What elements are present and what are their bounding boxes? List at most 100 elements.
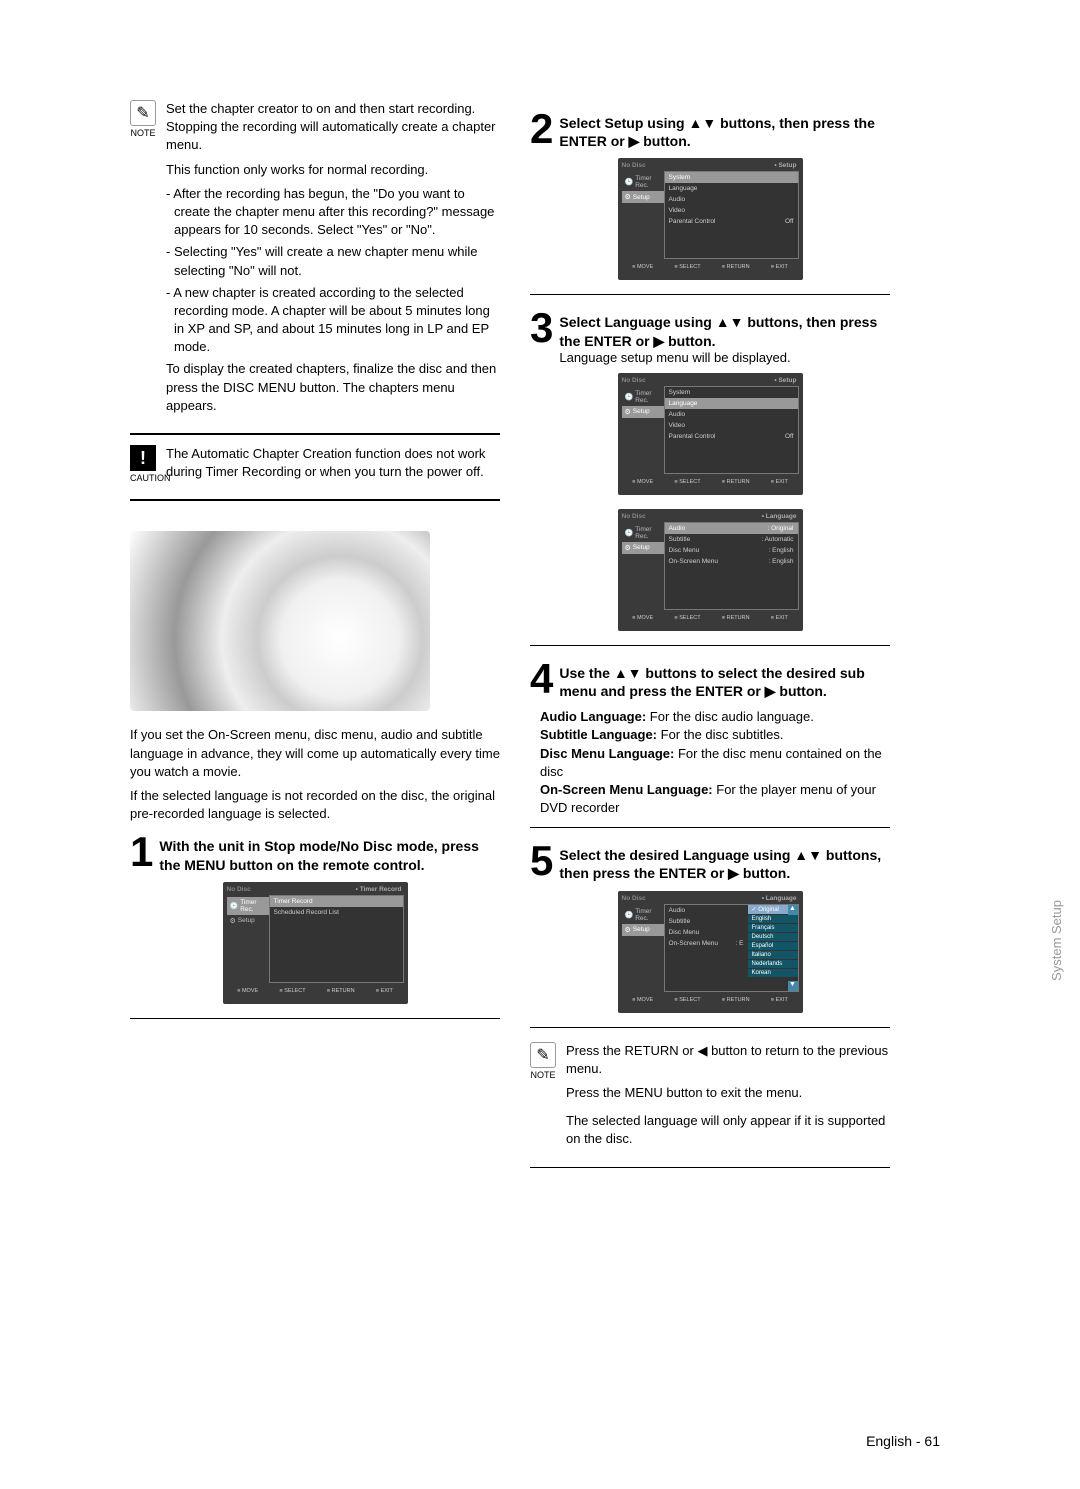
osd-title: No Disc [622,162,799,169]
step-1-text: With the unit in Stop mode/No Disc mode,… [159,833,500,873]
osd-foot-exit: EXIT [771,997,788,1003]
osd-row: Audio: Original [665,523,798,534]
note2-line2: Press the MENU button to exit the menu. [566,1084,890,1102]
scroll-down-arrow: ▼ [788,981,798,991]
step-number: 4 [530,660,553,698]
subitem-subtitle: Subtitle Language: For the disc subtitle… [540,726,890,744]
osd-foot-exit: EXIT [771,264,788,270]
osd-breadcrumb: Language [762,513,797,520]
osd-side-timer: 🕒Timer Rec. [622,388,664,406]
step-number: 2 [530,110,553,148]
osd-breadcrumb: Setup [774,377,796,384]
osd-foot-select: SELECT [279,988,305,994]
osd-foot-move: MOVE [237,988,258,994]
osd-row: Timer Record [270,896,403,907]
section-intro-2: If the selected language is not recorded… [130,787,500,823]
step-5-text: Select the desired Language using ▲▼ but… [559,842,890,882]
osd-foot-move: MOVE [632,997,653,1003]
note-icon: ✎ [130,100,156,126]
osd-breadcrumb: Setup [774,162,796,169]
osd-row: System [665,387,798,398]
osd-row: Scheduled Record List [270,907,403,918]
osd-foot-return: RETURN [722,997,750,1003]
osd-row: System [665,172,798,183]
note2-line3: The selected language will only appear i… [566,1112,890,1148]
divider [530,294,890,295]
step-number: 3 [530,309,553,347]
divider [530,827,890,828]
osd-side-timer: 🕒Timer Rec. [622,524,664,542]
note-line1: This function only works for normal reco… [166,161,500,179]
osd-title: No Disc [622,377,799,384]
step-3-text: Select Language using ▲▼ buttons, then p… [559,309,890,349]
osd-side-setup: ⚙Setup [622,924,664,936]
note-bullet: - A new chapter is created according to … [166,284,500,357]
osd-row: Language [665,398,798,409]
step-3: 3 Select Language using ▲▼ buttons, then… [530,309,890,364]
osd-screen-timer: No Disc Timer Record 🕒Timer Rec. ⚙Setup … [223,882,408,1004]
step-2: 2 Select Setup using ▲▼ buttons, then pr… [530,110,890,150]
osd-side-setup: ⚙Setup [622,542,664,554]
note-icon: ✎ [530,1042,556,1068]
lang-option: Español [748,942,798,951]
lang-option: Deutsch [748,933,798,942]
osd-side-setup: ⚙Setup [622,406,664,418]
osd-side-timer: 🕒Timer Rec. [622,173,664,191]
osd-side-setup: ⚙Setup [227,915,269,927]
osd-breadcrumb: Timer Record [356,886,402,893]
osd-row: Subtitle: Automatic [665,534,798,545]
lang-option: Français [748,924,798,933]
note-tail: To display the created chapters, finaliz… [166,360,500,415]
subitem-audio: Audio Language: For the disc audio langu… [540,708,890,726]
osd-foot-select: SELECT [674,479,700,485]
step-number: 5 [530,842,553,880]
lang-option: Korean [748,969,798,978]
note-intro: Set the chapter creator to on and then s… [166,100,500,155]
lang-option: Italiano [748,951,798,960]
osd-row: Audio [665,194,798,205]
page-number: English - 61 [866,1433,940,1449]
osd-foot-return: RETURN [722,615,750,621]
divider [130,433,500,435]
osd-row: Disc Menu: English [665,545,798,556]
lang-option: Nederlands [748,960,798,969]
caution-icon: ! [130,445,156,471]
osd-row: On-Screen Menu: English [665,556,798,567]
step-5: 5 Select the desired Language using ▲▼ b… [530,842,890,882]
note-label: NOTE [530,1070,556,1080]
osd-foot-return: RETURN [722,264,750,270]
subitem-osm: On-Screen Menu Language: For the player … [540,781,890,817]
osd-row: Subtitle [665,916,748,927]
note-bullet: - Selecting "Yes" will create a new chap… [166,243,500,279]
osd-row: Disc Menu [665,927,748,938]
osd-screen-setup-lang: No Disc Setup 🕒Timer Rec. ⚙Setup System … [618,373,803,495]
osd-row: On-Screen Menu: E [665,938,748,949]
divider [130,499,500,501]
osd-foot-exit: EXIT [771,615,788,621]
osd-foot-exit: EXIT [771,479,788,485]
osd-row: Video [665,420,798,431]
osd-foot-move: MOVE [632,264,653,270]
osd-breadcrumb: Language [762,895,797,902]
osd-foot-move: MOVE [632,479,653,485]
divider [130,1018,500,1019]
osd-foot-move: MOVE [632,615,653,621]
step-2-text: Select Setup using ▲▼ buttons, then pres… [559,110,890,150]
step-4-text: Use the ▲▼ buttons to select the desired… [559,660,890,700]
osd-row: Audio [665,905,748,916]
caution-label: CAUTION [130,473,156,483]
osd-row: Audio [665,409,798,420]
osd-row: Language [665,183,798,194]
step-4: 4 Use the ▲▼ buttons to select the desir… [530,660,890,700]
osd-screen-language: No Disc Language 🕒Timer Rec. ⚙Setup Audi… [618,509,803,631]
osd-foot-select: SELECT [674,264,700,270]
osd-side-timer: 🕒Timer Rec. [227,897,269,915]
osd-foot-select: SELECT [674,997,700,1003]
osd-screen-lang-select: No Disc Language 🕒Timer Rec. ⚙Setup Audi… [618,891,803,1013]
divider [530,645,890,646]
scroll-up-arrow: ▲ [788,905,798,915]
osd-foot-return: RETURN [722,479,750,485]
osd-side-setup: ⚙Setup [622,191,664,203]
osd-foot-return: RETURN [327,988,355,994]
osd-side-timer: 🕒Timer Rec. [622,906,664,924]
